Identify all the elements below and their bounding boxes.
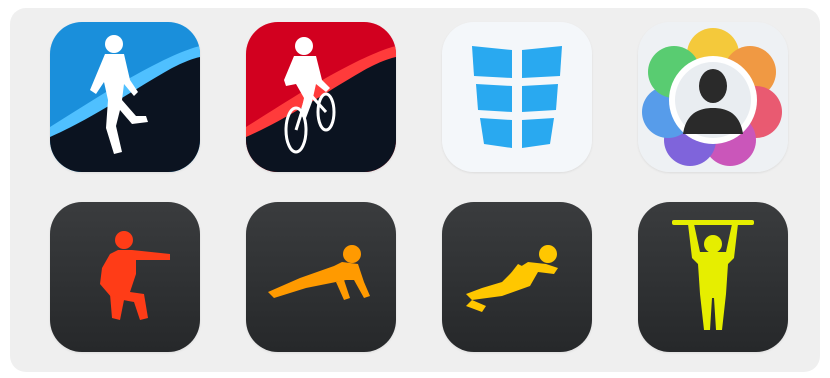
app-icons-panel — [10, 8, 820, 372]
squat-icon — [50, 202, 200, 352]
cyclist-icon — [246, 22, 396, 172]
app-icon-running[interactable] — [50, 22, 200, 172]
app-icon-squats[interactable] — [50, 202, 200, 352]
situp-icon — [442, 202, 592, 352]
abs-icon — [442, 22, 592, 172]
pullup-icon — [638, 202, 788, 352]
app-icon-sixpack[interactable] — [442, 22, 592, 172]
person-silhouette-icon — [638, 22, 788, 172]
app-icon-situps[interactable] — [442, 202, 592, 352]
app-icon-face[interactable] — [638, 22, 788, 172]
runner-icon — [50, 22, 200, 172]
app-icon-grid — [50, 22, 788, 352]
pushup-icon — [246, 202, 396, 352]
app-icon-cycling[interactable] — [246, 22, 396, 172]
app-icon-pullups[interactable] — [638, 202, 788, 352]
app-icon-pushups[interactable] — [246, 202, 396, 352]
